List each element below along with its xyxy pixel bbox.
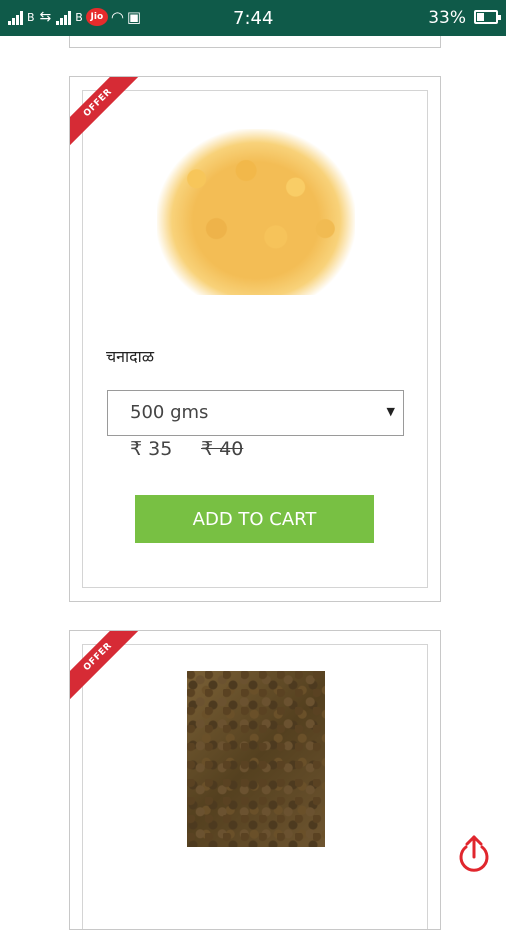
product-name: चनादाळ [106,347,154,366]
wifi-icon: ◠ [110,8,124,26]
battery-icon [474,10,501,24]
weight-select[interactable]: 500 gms ▼ [107,390,404,436]
share-icon[interactable] [456,833,492,873]
sim-indicator: B [27,10,35,24]
sale-price: ₹ 35 [130,438,173,460]
status-icons: B ⇆ B Jio ◠ ▣ [8,8,141,26]
brown-lentils-image[interactable] [187,671,325,847]
original-price: ₹ 40 [201,438,244,460]
weight-select-value: 500 gms [130,402,209,423]
chana-dal-image[interactable] [157,129,355,295]
add-to-cart-button[interactable]: ADD TO CART [135,495,374,543]
dropdown-caret-icon: ▼ [386,405,395,418]
signal-icon [56,9,72,25]
previous-product-card [69,36,441,48]
product-card: OFFER [69,630,441,930]
product-card: OFFER चनादाळ 500 gms ▼ ₹ 35 ₹ 40 ADD TO … [69,76,441,602]
signal-icon [8,9,23,25]
carrier-badge: Jio [85,8,108,26]
sim-indicator: B [75,10,83,24]
status-bar: B ⇆ B Jio ◠ ▣ 7:44 33% [0,0,506,36]
data-transfer-icon: ⇆ [39,9,52,25]
clock: 7:44 [233,8,274,29]
image-icon: ▣ [126,8,142,26]
battery-percentage: 33% [428,8,466,28]
